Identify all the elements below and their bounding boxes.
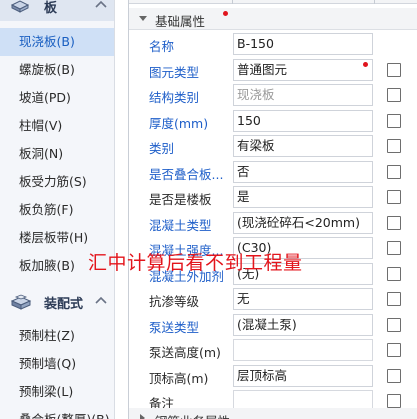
column-header bbox=[129, 0, 417, 4]
attach-checkbox[interactable] bbox=[387, 88, 401, 102]
property-row: 是否是楼板 是 bbox=[129, 184, 417, 210]
group-rebar-attributes[interactable]: 钢筋业务属性 bbox=[129, 408, 417, 419]
property-row: 抗渗等级 无 bbox=[129, 286, 417, 312]
property-value-field[interactable]: 否 bbox=[233, 160, 373, 183]
property-row: 结构类别 现浇板 bbox=[129, 82, 417, 108]
attach-checkbox[interactable] bbox=[387, 215, 401, 230]
annotation-text: 汇中计算后看不到工程量 bbox=[88, 252, 303, 274]
nav-item[interactable]: 预制梁(L) bbox=[0, 378, 114, 406]
property-row: 混凝土类型 (现浇砼碎石<20mm) bbox=[129, 210, 417, 236]
property-name: 是否叠合板... bbox=[149, 166, 224, 182]
attach-checkbox[interactable] bbox=[387, 266, 401, 281]
category-prefab-label: 装配式 bbox=[44, 297, 84, 312]
attach-checkbox[interactable] bbox=[387, 190, 401, 204]
property-value-field[interactable]: 有梁板 bbox=[233, 135, 373, 157]
property-name: 泵送类型 bbox=[149, 319, 200, 335]
property-name: 名称 bbox=[149, 39, 175, 54]
property-name: 抗渗等级 bbox=[149, 294, 200, 309]
nav-item[interactable]: 板负筋(F) bbox=[0, 196, 114, 224]
property-row: 泵送高度(m) bbox=[129, 337, 417, 363]
property-row: 名称 B-150 bbox=[129, 31, 417, 57]
nav-item[interactable]: 预制柱(Z) bbox=[0, 322, 114, 350]
property-value-field[interactable]: 无 bbox=[233, 288, 373, 310]
attach-checkbox[interactable] bbox=[387, 164, 401, 179]
group-basic-attributes[interactable]: 基础属性 bbox=[129, 8, 417, 30]
attach-checkbox[interactable] bbox=[387, 139, 401, 153]
slab-icon bbox=[10, 0, 30, 13]
expand-triangle-icon[interactable] bbox=[140, 414, 145, 419]
property-name: 类别 bbox=[149, 141, 175, 156]
property-value-field[interactable]: (混凝土泵) bbox=[233, 313, 373, 336]
component-tree: 板 现浇板(B) 螺旋板(B) 坡道(PD) 柱帽(V) 板洞(N) 板受力筋(S) 板负筋… bbox=[0, 0, 115, 419]
attach-checkbox[interactable] bbox=[387, 241, 401, 255]
nav-item[interactable]: 现浇板(B) bbox=[0, 28, 114, 56]
property-name: 混凝土类型 bbox=[149, 217, 212, 233]
property-name: 结构类别 bbox=[149, 90, 200, 105]
property-row: 类别 有梁板 bbox=[129, 133, 417, 159]
property-row: 泵送类型 (混凝土泵) bbox=[129, 312, 417, 338]
property-value-field[interactable]: 150 bbox=[233, 109, 373, 132]
category-slab-label: 板 bbox=[44, 1, 58, 16]
attach-checkbox[interactable] bbox=[387, 394, 401, 408]
category-prefab[interactable]: 装配式 bbox=[0, 286, 114, 316]
nav-item[interactable]: 板受力筋(S) bbox=[0, 168, 114, 196]
property-row: 是否叠合板... 否 bbox=[129, 159, 417, 185]
collapse-triangle-icon[interactable] bbox=[139, 16, 147, 21]
category-slab[interactable]: 板 bbox=[0, 0, 114, 21]
group-rebar-label: 钢筋业务属性 bbox=[155, 411, 230, 419]
property-row: 厚度(mm) 150 bbox=[129, 108, 417, 134]
property-name: 泵送高度(m) bbox=[149, 345, 221, 360]
attach-checkbox[interactable] bbox=[387, 62, 401, 77]
chevron-up-icon[interactable] bbox=[92, 292, 110, 310]
property-panel: 基础属性 名称 B-150 图元类型 普通图元结构类别 现浇板厚度(mm) 150 类别 有梁… bbox=[128, 0, 417, 419]
nav-item[interactable]: 螺旋板(B) bbox=[0, 56, 114, 84]
property-name: 是否是楼板 bbox=[149, 192, 212, 207]
group-basic-label: 基础属性 bbox=[155, 14, 206, 29]
property-name: 图元类型 bbox=[149, 64, 200, 80]
property-value-field[interactable]: B-150 bbox=[233, 33, 373, 55]
nav-item[interactable]: 板洞(N) bbox=[0, 140, 114, 168]
property-value-field[interactable]: 是 bbox=[233, 186, 373, 208]
property-value-field[interactable]: 普通图元 bbox=[233, 58, 373, 81]
property-value-field[interactable]: (现浇砼碎石<20mm) bbox=[233, 211, 373, 234]
attach-checkbox[interactable] bbox=[387, 292, 401, 306]
property-value-field[interactable]: 层顶标高 bbox=[233, 364, 373, 387]
attach-checkbox[interactable] bbox=[387, 317, 401, 332]
property-name: 厚度(mm) bbox=[149, 115, 209, 131]
nav-item[interactable]: 预制墙(Q) bbox=[0, 350, 114, 378]
attach-checkbox[interactable] bbox=[387, 368, 401, 383]
property-value-field[interactable] bbox=[233, 339, 373, 361]
property-name: 顶标高(m) bbox=[149, 370, 209, 386]
nav-item[interactable]: 叠合板(整厚)(B) bbox=[0, 406, 114, 419]
chevron-up-icon[interactable] bbox=[92, 0, 110, 14]
nav-item[interactable]: 柱帽(V) bbox=[0, 112, 114, 140]
nav-item[interactable]: 坡道(PD) bbox=[0, 84, 114, 112]
property-row: 顶标高(m) 层顶标高 bbox=[129, 363, 417, 389]
red-marker-dot bbox=[363, 61, 368, 67]
property-row: 图元类型 普通图元 bbox=[129, 57, 417, 83]
property-value-field[interactable]: 现浇板 bbox=[233, 84, 373, 106]
attach-checkbox[interactable] bbox=[387, 113, 401, 128]
prefab-icon bbox=[10, 294, 32, 310]
red-marker-dot bbox=[223, 11, 228, 16]
attach-checkbox[interactable] bbox=[387, 343, 401, 357]
